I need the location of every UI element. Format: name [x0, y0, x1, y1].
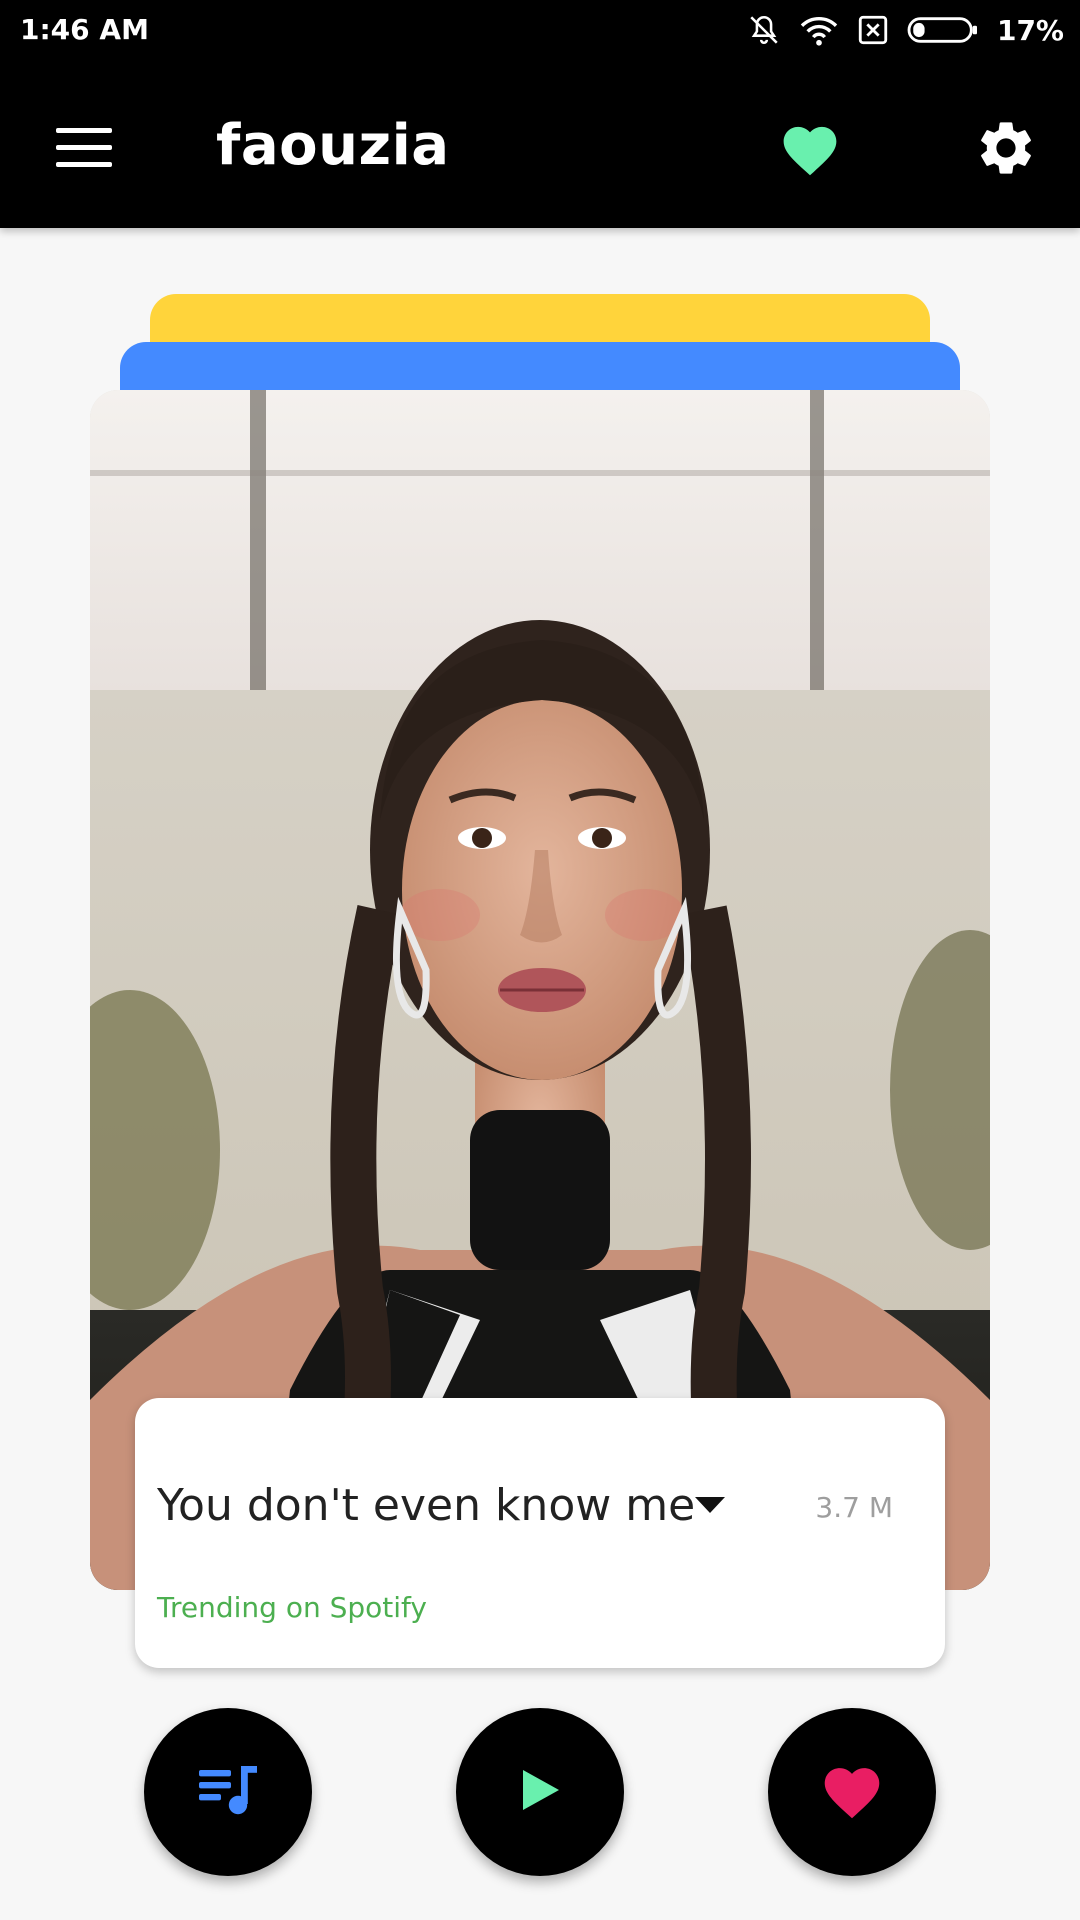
- song-info-card: You don't even know me 3.7 M Trending on…: [135, 1398, 945, 1668]
- gear-icon: [974, 116, 1038, 184]
- queue-music-icon: [195, 1760, 261, 1824]
- menu-button[interactable]: [38, 104, 130, 196]
- song-title[interactable]: You don't even know me: [157, 1478, 695, 1534]
- heart-icon: [778, 119, 842, 181]
- heart-icon: [819, 1760, 885, 1824]
- trend-label: Trending on Spotify: [157, 1591, 427, 1624]
- song-dropdown-button[interactable]: [675, 1472, 745, 1542]
- battery-percentage: 17%: [996, 13, 1064, 47]
- battery-icon: [907, 13, 979, 47]
- status-time: 1:46 AM: [20, 13, 149, 46]
- play-button[interactable]: [456, 1708, 624, 1876]
- queue-button[interactable]: [144, 1708, 312, 1876]
- notifications-off-icon: [747, 13, 781, 47]
- app-bar: faouzia: [0, 64, 1080, 228]
- menu-icon: [56, 126, 112, 174]
- page-title: faouzia: [216, 113, 450, 178]
- play-icon: [519, 1768, 561, 1816]
- status-icons: 17%: [747, 12, 1064, 48]
- stream-count: 3.7 M: [815, 1491, 893, 1524]
- favorites-button[interactable]: [764, 104, 856, 196]
- arrow-drop-down-icon: [693, 1495, 727, 1519]
- status-bar: 1:46 AM 17%: [0, 0, 1080, 64]
- wifi-icon: [799, 13, 839, 47]
- settings-button[interactable]: [960, 104, 1052, 196]
- like-button[interactable]: [768, 1708, 936, 1876]
- no-sim-icon: [857, 13, 889, 47]
